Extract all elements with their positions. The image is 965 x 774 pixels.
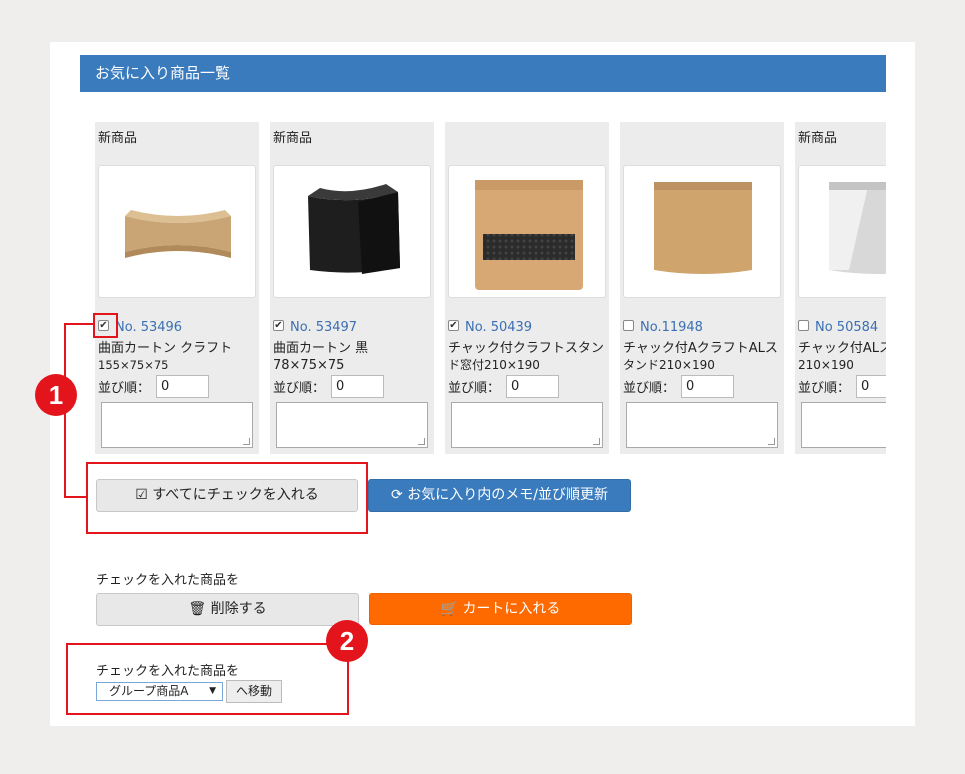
trash-icon: 🗑 <box>188 601 207 617</box>
memo-textarea[interactable] <box>451 402 603 448</box>
add-to-cart-button[interactable]: 🛒 カートに入れる <box>369 593 632 625</box>
annotation-box-group-move <box>66 643 349 715</box>
product-number-link[interactable]: No. 53496 <box>115 320 182 335</box>
new-badge: 新商品 <box>273 131 313 146</box>
product-name: 曲面カートン 黒 78×75×75 <box>273 341 369 373</box>
order-label: 並び順： <box>798 381 851 396</box>
select-checkbox[interactable] <box>623 320 634 331</box>
product-image[interactable] <box>623 165 781 298</box>
update-memo-button[interactable]: ⟳ お気に入り内のメモ/並び順更新 <box>368 479 631 512</box>
annotation-connector <box>64 496 88 498</box>
product-name: チャック付AクラフトALス タンド210×190 <box>623 341 778 372</box>
order-label: 並び順： <box>273 381 326 396</box>
annotation-box-check-all <box>86 462 368 534</box>
product-image[interactable] <box>448 165 606 298</box>
product-list: 新商品 ✔ No. 53496 曲面カートン クラフト 155×75×75 並び順… <box>80 122 886 457</box>
delete-button[interactable]: 🗑 削除する <box>96 593 359 626</box>
annotation-box-checkbox <box>93 313 118 338</box>
order-input[interactable]: 0 <box>506 375 559 398</box>
select-checkbox[interactable]: ✔ <box>273 320 284 331</box>
order-input[interactable]: 0 <box>331 375 384 398</box>
product-image[interactable] <box>798 165 886 298</box>
product-number-link[interactable]: No. 50439 <box>465 320 532 335</box>
order-input[interactable]: 0 <box>156 375 209 398</box>
checked-items-label: チェックを入れた商品を <box>96 573 240 588</box>
annotation-connector <box>64 323 94 325</box>
product-name: チャック付ALス 210×190 <box>798 341 886 372</box>
product-card: ✔ No. 50439 チャック付クラフトスタン ド窓付210×190 並び順： … <box>445 122 609 454</box>
memo-textarea[interactable] <box>276 402 428 448</box>
product-card: 新商品 ✔ No. 53496 曲面カートン クラフト 155×75×75 並び順… <box>95 122 259 454</box>
new-badge: 新商品 <box>98 131 138 146</box>
product-card: 新商品 ✔ No. 53497 曲面カートン 黒 78×75×75 並び順： 0 <box>270 122 434 454</box>
memo-textarea[interactable] <box>801 402 886 448</box>
product-name: チャック付クラフトスタン ド窓付210×190 <box>448 341 604 372</box>
order-label: 並び順： <box>623 381 676 396</box>
marker-1: 1 <box>35 374 77 416</box>
memo-textarea[interactable] <box>101 402 253 448</box>
product-number-link[interactable]: No.11948 <box>640 320 703 335</box>
order-input[interactable]: 0 <box>681 375 734 398</box>
marker-2: 2 <box>326 620 368 662</box>
product-card: 新商品 No 50584 チャック付ALス 210×190 並び順： 0 <box>795 122 886 454</box>
page-title: お気に入り商品一覧 <box>80 55 886 92</box>
product-image[interactable] <box>98 165 256 298</box>
memo-textarea[interactable] <box>626 402 778 448</box>
product-card: No.11948 チャック付AクラフトALス タンド210×190 並び順： 0 <box>620 122 784 454</box>
product-image[interactable] <box>273 165 431 298</box>
product-number-link[interactable]: No 50584 <box>815 320 878 335</box>
cart-icon: 🛒 <box>440 601 458 617</box>
order-input[interactable]: 0 <box>856 375 886 398</box>
order-label: 並び順： <box>448 381 501 396</box>
refresh-icon: ⟳ <box>391 487 403 503</box>
product-number-link[interactable]: No. 53497 <box>290 320 357 335</box>
new-badge: 新商品 <box>798 131 838 146</box>
product-name: 曲面カートン クラフト 155×75×75 <box>98 341 233 372</box>
select-checkbox[interactable] <box>798 320 809 331</box>
order-label: 並び順： <box>98 381 151 396</box>
select-checkbox[interactable]: ✔ <box>448 320 459 331</box>
